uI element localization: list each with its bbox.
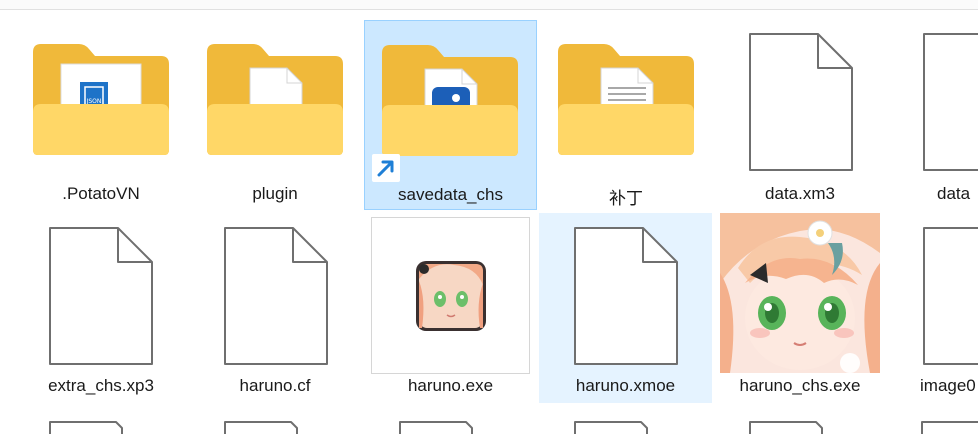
exe-thumbnail-frame	[371, 217, 530, 374]
file-item-haruno-exe[interactable]: haruno.exe	[364, 213, 537, 403]
item-label: data	[937, 184, 971, 203]
file-item-data[interactable]: data	[889, 20, 978, 210]
blank-file-icon	[49, 227, 153, 365]
item-label: haruno_chs.exe	[739, 376, 861, 395]
item-label: image0	[920, 376, 976, 395]
file-item-haruno-cf[interactable]: haruno.cf	[190, 213, 360, 403]
folder-json-icon: JSON	[33, 44, 169, 155]
anime-thumbnail-icon	[720, 213, 880, 373]
svg-text:JSON: JSON	[86, 98, 102, 105]
file-item-image0[interactable]: image0	[889, 213, 978, 403]
blank-file-icon	[923, 227, 978, 365]
file-item-data-xm3[interactable]: data.xm3	[715, 20, 885, 210]
blank-file-icon	[224, 227, 328, 365]
blank-file-icon	[923, 33, 978, 171]
item-label: data.xm3	[765, 184, 835, 203]
folder-item-savedata-chs[interactable]: savedata_chs	[364, 20, 537, 210]
file-item-extra-chs-xp3[interactable]: extra_chs.xp3	[16, 213, 186, 403]
file-item-haruno-chs-exe[interactable]: haruno_chs.exe	[715, 213, 885, 403]
blank-file-icon	[749, 33, 853, 171]
blank-file-icon	[574, 227, 678, 365]
shortcut-arrow-icon	[372, 154, 400, 182]
view-top-border	[0, 0, 978, 10]
file-item-haruno-xmoe[interactable]: haruno.xmoe	[539, 213, 712, 403]
folder-shortcut-icon	[382, 45, 518, 156]
partial-file-row	[49, 421, 978, 434]
folder-file-icon	[207, 44, 343, 155]
folder-item-patch[interactable]: 补丁	[541, 20, 711, 210]
folder-item-potatovn[interactable]: JSON .PotatoVN	[16, 20, 186, 210]
folder-doc-icon	[558, 44, 694, 155]
exe-thumbnail-icon	[416, 261, 486, 331]
folder-item-plugin[interactable]: plugin	[190, 20, 360, 210]
